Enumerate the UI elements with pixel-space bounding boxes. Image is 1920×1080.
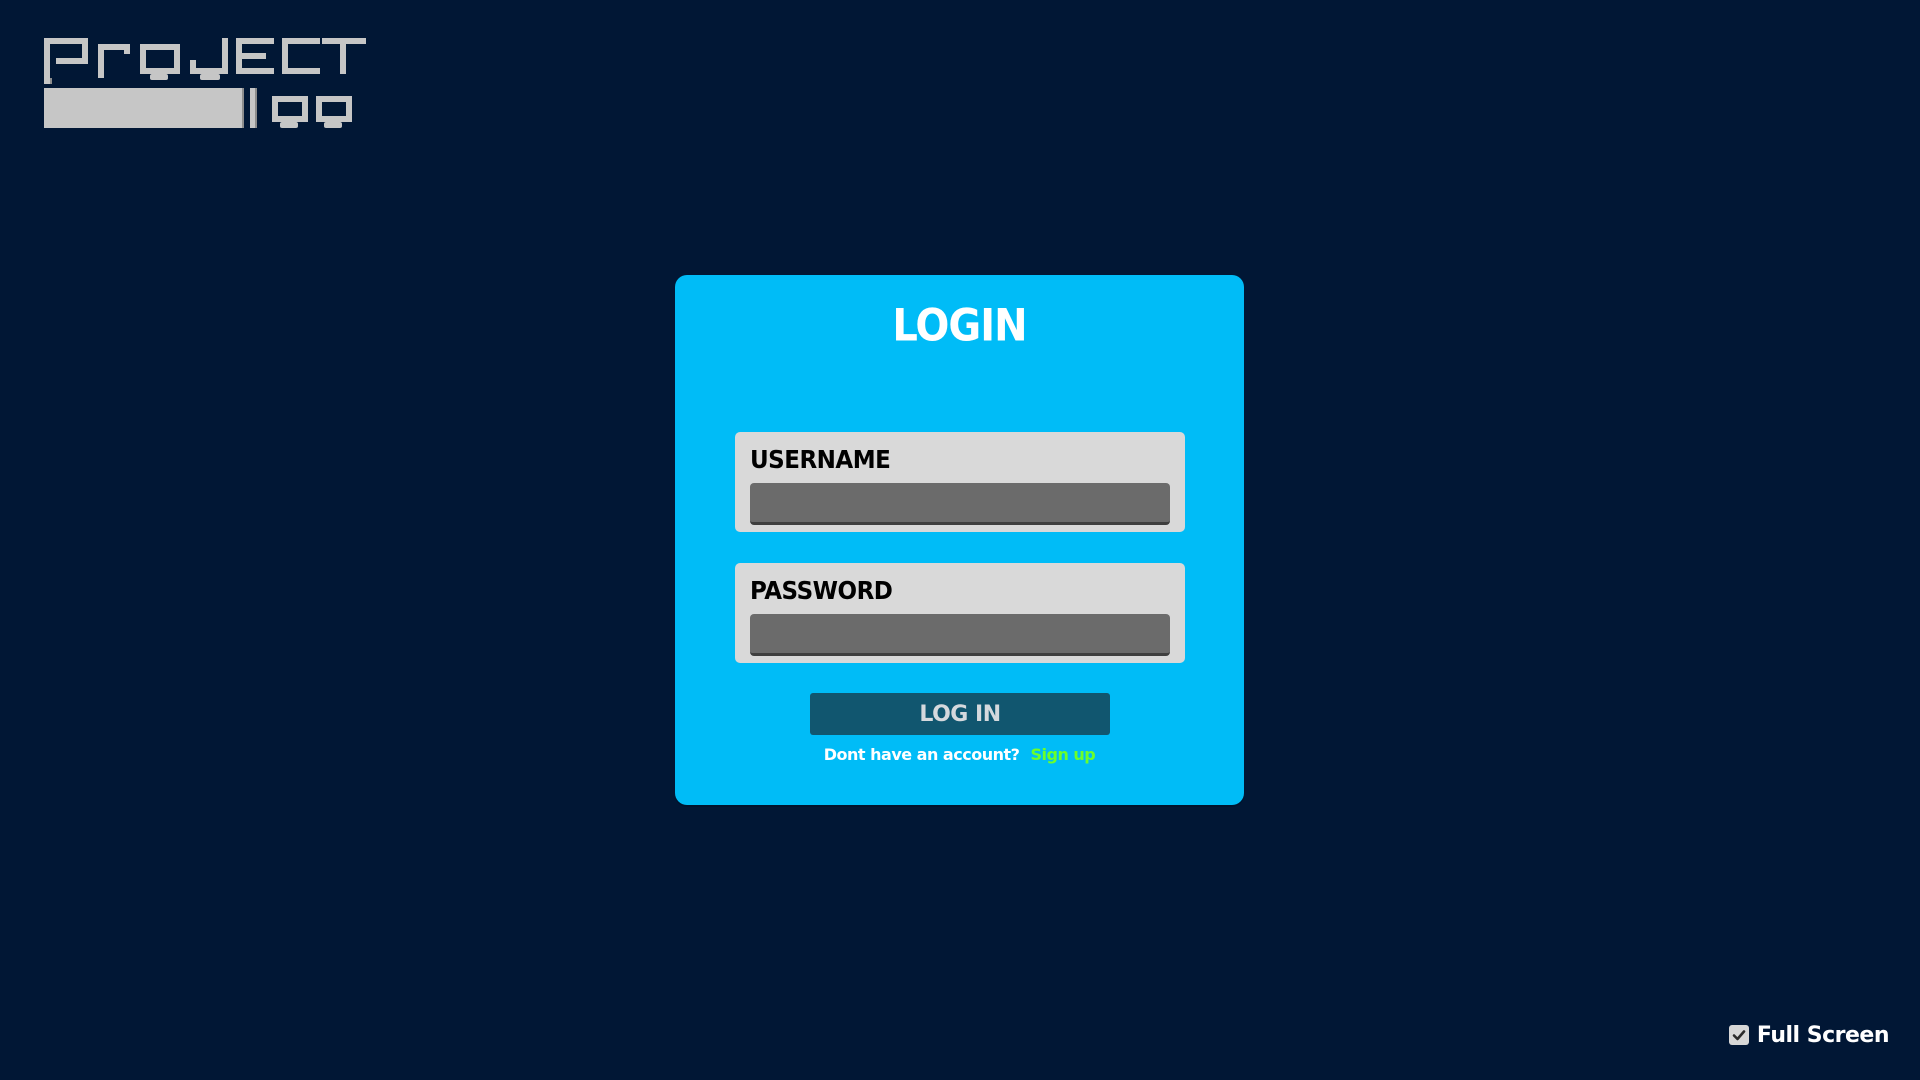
fullscreen-toggle[interactable]: Full Screen [1728,1020,1890,1050]
signup-row: Dont have an account? Sign up [675,745,1244,764]
password-input[interactable] [750,614,1170,656]
signup-link[interactable]: Sign up [1030,745,1095,764]
password-label: PASSWORD [750,577,893,606]
check-icon [1732,1030,1746,1041]
login-card: LOGIN USERNAME PASSWORD LOG IN Dont have… [675,275,1244,805]
password-field-group: PASSWORD [735,563,1185,663]
logo-graphic [44,38,366,128]
fullscreen-label: Full Screen [1756,1022,1890,1048]
project-100-logo [40,34,370,134]
username-input[interactable] [750,483,1170,525]
username-label: USERNAME [750,446,891,475]
username-field-group: USERNAME [735,432,1185,532]
fullscreen-checkbox[interactable] [1728,1025,1749,1045]
login-title: LOGIN [892,300,1027,352]
login-button[interactable]: LOG IN [810,693,1110,735]
login-screen: LOGIN USERNAME PASSWORD LOG IN Dont have… [0,0,1920,1080]
signup-prompt: Dont have an account? [823,745,1020,764]
